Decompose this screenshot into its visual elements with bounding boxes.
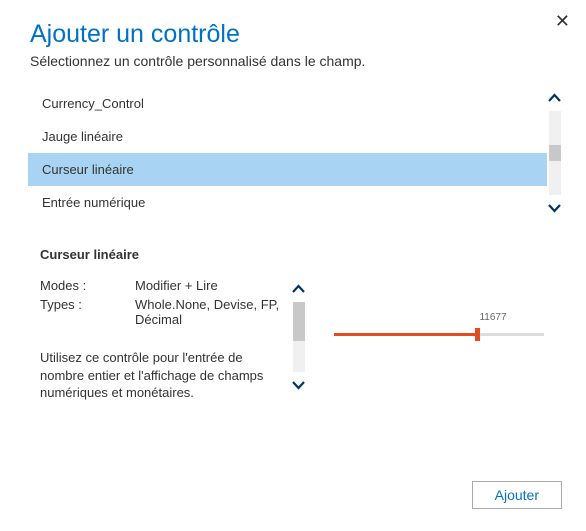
detail-left: Modes : Modifier + Lire Types : Whole.No… [40, 278, 306, 402]
detail-scroll-track[interactable] [293, 302, 305, 372]
slider-thumb[interactable] [475, 328, 480, 341]
dialog-subtitle: Sélectionnez un contrôle personnalisé da… [30, 53, 562, 69]
list-item-jauge-lineaire[interactable]: Jauge linéaire [40, 120, 547, 153]
scroll-down-icon[interactable] [547, 197, 562, 219]
slider-fill [334, 333, 477, 336]
detail-scroll-up-icon[interactable] [291, 278, 306, 300]
detail-section: Modes : Modifier + Lire Types : Whole.No… [40, 278, 562, 402]
scroll-track[interactable] [549, 111, 561, 195]
dialog-title: Ajouter un contrôle [30, 20, 562, 49]
list-item-curseur-lineaire[interactable]: Curseur linéaire [28, 153, 547, 186]
dialog-footer: Ajouter [472, 481, 562, 509]
detail-scrollbar[interactable] [291, 278, 306, 402]
slider-preview: 11677 [306, 278, 562, 342]
detail-scroll-down-icon[interactable] [291, 374, 306, 396]
scroll-thumb[interactable] [549, 145, 561, 162]
linear-slider[interactable] [334, 326, 544, 342]
list-item-entree-numerique[interactable]: Entrée numérique [40, 186, 547, 219]
detail-description: Utilisez ce contrôle pour l'entrée de no… [40, 349, 283, 402]
control-list-wrap: Currency_Control Jauge linéaire Curseur … [40, 87, 562, 219]
modes-value: Modifier + Lire [135, 278, 283, 293]
control-list: Currency_Control Jauge linéaire Curseur … [40, 87, 547, 219]
detail-scroll-thumb[interactable] [293, 302, 305, 341]
types-label: Types : [40, 297, 135, 327]
detail-title: Curseur linéaire [40, 247, 562, 262]
list-scrollbar[interactable] [547, 87, 562, 219]
detail-text: Modes : Modifier + Lire Types : Whole.No… [40, 278, 283, 402]
modes-label: Modes : [40, 278, 135, 293]
add-button[interactable]: Ajouter [472, 481, 562, 509]
close-icon[interactable]: ✕ [555, 12, 570, 30]
types-value: Whole.None, Devise, FP, Décimal [135, 297, 283, 327]
slider-value-label: 11677 [479, 312, 506, 323]
list-item-currency-control[interactable]: Currency_Control [40, 87, 547, 120]
scroll-up-icon[interactable] [547, 87, 562, 109]
